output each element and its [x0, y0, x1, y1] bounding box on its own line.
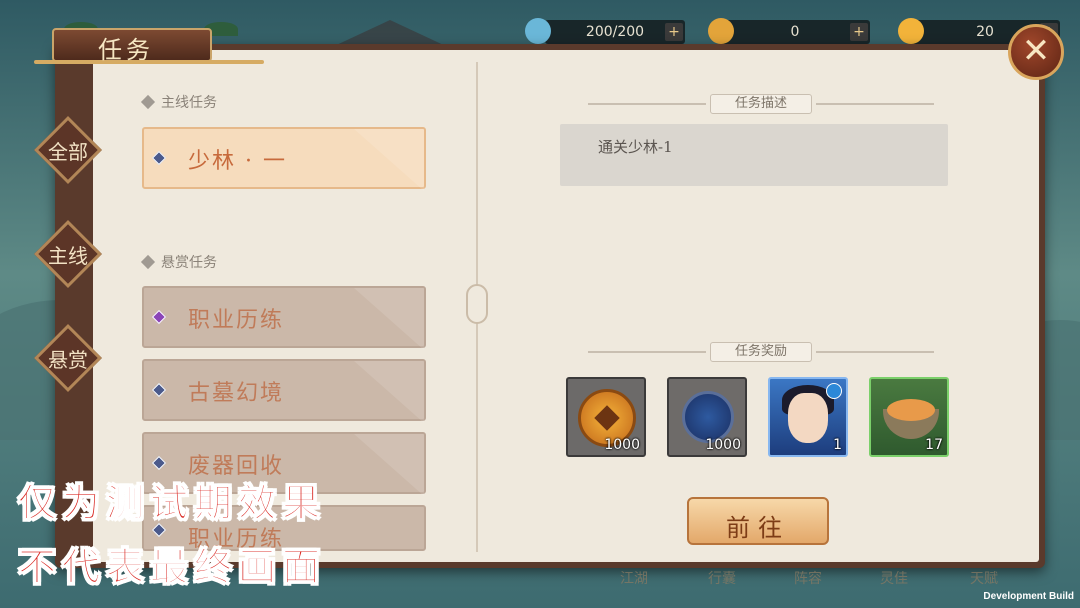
diamond-bullet-icon — [140, 94, 156, 110]
bottom-nav: 江湖 行囊 阵容 灵佳 天赋 — [590, 566, 1060, 592]
test-notice-line-2: 不代表最终画面 — [17, 545, 327, 590]
food-topping — [887, 399, 935, 421]
task-name: 职业历练 — [188, 308, 285, 333]
reward-slot-copper-coin[interactable]: 1000 — [566, 377, 646, 457]
task-item-career-training[interactable]: 职业历练 — [142, 286, 426, 350]
go-button[interactable]: 前往 — [687, 497, 829, 545]
task-item-shaolin[interactable]: 少林 · 一 — [142, 127, 426, 191]
blue-token-icon — [682, 391, 734, 443]
ingot-counter: 0 + — [720, 20, 870, 44]
close-button[interactable]: ✕ — [1008, 24, 1064, 80]
purple-diamond-icon — [151, 309, 167, 325]
task-decoration — [354, 288, 424, 350]
diamond-bullet-icon — [151, 150, 167, 166]
panel-title-tab: 任务 — [34, 22, 264, 66]
tab-bounty[interactable]: 悬赏 — [34, 324, 102, 392]
reward-slot-blue-token[interactable]: 1000 — [667, 377, 747, 457]
task-decoration — [354, 361, 424, 423]
ingot-value: 0 — [790, 24, 800, 40]
hero-face — [788, 393, 828, 443]
task-decoration — [354, 434, 424, 496]
description-heading: 任务描述 — [710, 94, 812, 114]
tab-bounty-label: 悬赏 — [48, 348, 88, 372]
reward-slot-food[interactable]: 17 — [869, 377, 949, 457]
reward-qty: 1000 — [705, 437, 741, 453]
nav-item[interactable]: 江湖 — [620, 568, 648, 588]
diamond-bullet-icon — [140, 254, 156, 270]
reward-qty: 17 — [925, 437, 943, 453]
divider-knot-ornament — [466, 284, 488, 324]
nav-item[interactable]: 行囊 — [708, 568, 736, 588]
nav-item[interactable]: 天赋 — [970, 568, 998, 588]
dev-build-label: Development Build — [983, 591, 1074, 602]
task-name: 少林 · 一 — [188, 149, 287, 174]
nav-item[interactable]: 阵容 — [794, 568, 822, 588]
stamina-counter: 200/200 + — [545, 20, 685, 44]
task-item-ancient-tomb[interactable]: 古墓幻境 — [142, 359, 426, 423]
element-badge-icon — [826, 383, 842, 399]
rewards-header: 任务奖励 — [588, 342, 934, 362]
gold-ingot-icon — [708, 18, 734, 44]
main-quest-section-title: 主线任务 — [140, 92, 217, 112]
rewards-heading: 任务奖励 — [710, 342, 812, 362]
reward-qty: 1000 — [604, 437, 640, 453]
task-name: 古墓幻境 — [188, 381, 285, 406]
add-stamina-button[interactable]: + — [665, 23, 683, 41]
description-header: 任务描述 — [588, 94, 934, 114]
flame-value: 20 — [976, 24, 994, 40]
tab-main-label: 主线 — [48, 244, 88, 268]
close-icon: ✕ — [1021, 31, 1051, 71]
task-decoration — [354, 129, 424, 191]
description-text: 通关少林-1 — [598, 138, 673, 156]
main-quest-heading: 主线任务 — [161, 95, 217, 111]
go-button-label: 前往 — [726, 514, 790, 542]
flame-icon — [898, 18, 924, 44]
nav-item[interactable]: 灵佳 — [880, 568, 908, 588]
bounty-section-title: 悬赏任务 — [140, 252, 217, 272]
stamina-icon — [525, 18, 551, 44]
stamina-value: 200/200 — [585, 24, 645, 40]
test-notice-line-1: 仅为测试期效果 — [17, 481, 327, 526]
bounty-heading: 悬赏任务 — [161, 255, 217, 271]
reward-slot-hero[interactable]: 1 — [768, 377, 848, 457]
diamond-bullet-icon — [151, 455, 167, 471]
reward-qty: 1 — [833, 437, 842, 453]
tab-all-label: 全部 — [48, 140, 88, 164]
description-box: 通关少林-1 — [560, 124, 948, 186]
diamond-bullet-icon — [151, 382, 167, 398]
tab-all[interactable]: 全部 — [34, 116, 102, 184]
page-title: 任务 — [98, 36, 154, 64]
tab-main[interactable]: 主线 — [34, 220, 102, 288]
add-ingot-button[interactable]: + — [850, 23, 868, 41]
